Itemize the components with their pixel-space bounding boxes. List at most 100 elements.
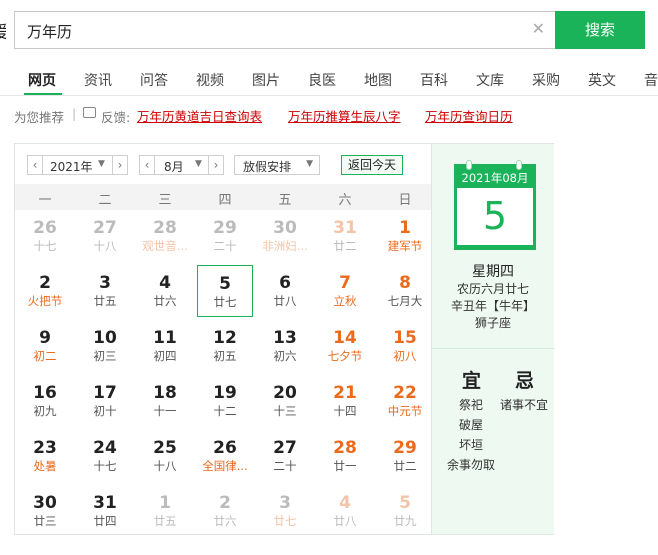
- feedback-link[interactable]: 反馈:: [101, 107, 130, 126]
- calendar-day[interactable]: 3 廿五: [77, 265, 133, 317]
- recommend-link-1[interactable]: 万年历黄道吉日查询表: [137, 106, 262, 125]
- lunar-label: 七夕节: [327, 349, 363, 363]
- calendar-day[interactable]: 26 十七: [17, 210, 73, 262]
- chevron-down-icon[interactable]: ▼: [195, 159, 202, 169]
- search-query[interactable]: 万年历: [27, 21, 72, 42]
- calendar-day[interactable]: 2 火把节: [17, 265, 73, 317]
- calendar-day[interactable]: 17 初十: [77, 375, 133, 427]
- chevron-left-icon[interactable]: ‹: [28, 156, 43, 174]
- calendar-day[interactable]: 6 廿八: [257, 265, 313, 317]
- chevron-down-icon[interactable]: ▼: [306, 159, 313, 169]
- calendar-day[interactable]: 18 十一: [137, 375, 193, 427]
- calendar-day[interactable]: 28 观世音...: [137, 210, 193, 262]
- calendar-day[interactable]: 3 廿七: [257, 485, 313, 537]
- tab-video[interactable]: 视频: [196, 70, 224, 90]
- day-number: 24: [93, 438, 117, 458]
- year-value[interactable]: 2021年: [50, 158, 93, 175]
- yi-item: 余事勿取: [447, 458, 496, 472]
- calendar-day[interactable]: 22 中元节: [377, 375, 433, 427]
- tab-wenku[interactable]: 文库: [476, 70, 504, 90]
- search-button[interactable]: 搜索: [555, 11, 645, 49]
- calendar-day[interactable]: 11 初四: [137, 320, 193, 372]
- calendar-day-selected[interactable]: 5 廿七: [197, 265, 253, 317]
- feedback-icon[interactable]: [83, 107, 96, 118]
- calendar-day[interactable]: 7 立秋: [317, 265, 373, 317]
- tab-doctor[interactable]: 良医: [308, 70, 336, 90]
- recommend-link-2[interactable]: 万年历推算生辰八字: [288, 106, 401, 125]
- calendar-day[interactable]: 31 廿四: [77, 485, 133, 537]
- calendar-day[interactable]: 4 廿六: [137, 265, 193, 317]
- divider: |: [72, 106, 77, 121]
- calendar-day[interactable]: 23 处暑: [17, 430, 73, 482]
- calendar-day[interactable]: 5 廿九: [377, 485, 433, 537]
- calendar-day[interactable]: 8 七月大: [377, 265, 433, 317]
- binder-ring: [466, 160, 472, 170]
- close-icon[interactable]: ✕: [532, 19, 545, 38]
- calendar-day[interactable]: 24 十七: [77, 430, 133, 482]
- day-number: 15: [393, 328, 417, 348]
- tab-music[interactable]: 音: [644, 70, 658, 90]
- tab-map[interactable]: 地图: [364, 70, 392, 90]
- tab-news[interactable]: 资讯: [84, 70, 112, 90]
- tab-web[interactable]: 网页: [28, 70, 56, 90]
- calendar-day[interactable]: 21 十四: [317, 375, 373, 427]
- lunar-label: 中元节: [387, 404, 423, 418]
- lunar-label: 十三: [273, 404, 297, 418]
- search-input[interactable]: 万年历 ✕: [14, 11, 555, 49]
- calendar-day[interactable]: 9 初二: [17, 320, 73, 372]
- tab-purchase[interactable]: 采购: [532, 70, 560, 90]
- chevron-left-icon[interactable]: ‹: [140, 156, 155, 174]
- calendar-day[interactable]: 10 初三: [77, 320, 133, 372]
- holiday-select-value[interactable]: 放假安排: [243, 158, 291, 175]
- calendar-day[interactable]: 29 廿二: [377, 430, 433, 482]
- tab-english[interactable]: 英文: [588, 70, 616, 90]
- chevron-down-icon[interactable]: ▼: [98, 159, 105, 169]
- calendar-day[interactable]: 27 二十: [257, 430, 313, 482]
- month-value[interactable]: 8月: [164, 158, 184, 175]
- calendar-day[interactable]: 2 廿六: [197, 485, 253, 537]
- detail-weekday: 星期四: [472, 264, 514, 280]
- calendar-day[interactable]: 20 十三: [257, 375, 313, 427]
- lunar-label: 廿八: [333, 514, 357, 528]
- calendar-widget: ‹ 2021年 ▼ › ‹ 8月 ▼ › 放假安排 ▼ 返回今天 一 二 三 四 五 六 日…: [14, 143, 554, 535]
- day-number: 28: [153, 218, 177, 238]
- chevron-right-icon[interactable]: ›: [208, 156, 223, 174]
- recommend-row: 为您推荐 | 反馈: 万年历黄道吉日查询表 万年历推算生辰八字 万年历查询日历: [0, 104, 658, 126]
- lunar-label: 七月大: [387, 294, 423, 308]
- back-to-today-button[interactable]: 返回今天: [341, 155, 403, 175]
- lunar-label: 廿三: [33, 514, 57, 528]
- calendar-day[interactable]: 4 廿八: [317, 485, 373, 537]
- calendar-day[interactable]: 31 廿二: [317, 210, 373, 262]
- calendar-day[interactable]: 28 廿一: [317, 430, 373, 482]
- day-number: 27: [93, 218, 117, 238]
- calendar-day[interactable]: 30 非洲妇...: [257, 210, 313, 262]
- calendar-day[interactable]: 12 初五: [197, 320, 253, 372]
- calendar-day[interactable]: 1 廿五: [137, 485, 193, 537]
- holiday-select[interactable]: 放假安排 ▼: [234, 155, 320, 175]
- tab-images[interactable]: 图片: [252, 70, 280, 90]
- day-number: 18: [153, 383, 177, 403]
- lunar-label: 廿五: [153, 514, 177, 528]
- calendar-day[interactable]: 19 十二: [197, 375, 253, 427]
- calendar-day[interactable]: 26 全国律...: [197, 430, 253, 482]
- recommend-link-3[interactable]: 万年历查询日历: [425, 106, 513, 125]
- calendar-day[interactable]: 27 十八: [77, 210, 133, 262]
- day-number: 8: [399, 273, 411, 293]
- weekday-label: 二: [98, 193, 112, 208]
- lunar-label: 十八: [153, 459, 177, 473]
- lunar-label: 十七: [93, 459, 117, 473]
- calendar-day[interactable]: 25 十八: [137, 430, 193, 482]
- month-stepper[interactable]: ‹ 8月 ▼ ›: [139, 155, 224, 175]
- calendar-day[interactable]: 16 初九: [17, 375, 73, 427]
- calendar-day[interactable]: 14 七夕节: [317, 320, 373, 372]
- year-stepper[interactable]: ‹ 2021年 ▼ ›: [27, 155, 128, 175]
- calendar-day[interactable]: 29 二十: [197, 210, 253, 262]
- tab-qa[interactable]: 问答: [140, 70, 168, 90]
- chevron-right-icon[interactable]: ›: [112, 156, 127, 174]
- calendar-day[interactable]: 1 建军节: [377, 210, 433, 262]
- calendar-day[interactable]: 15 初八: [377, 320, 433, 372]
- calendar-day[interactable]: 13 初六: [257, 320, 313, 372]
- tab-baike[interactable]: 百科: [420, 70, 448, 90]
- calendar-day[interactable]: 30 廿三: [17, 485, 73, 537]
- lunar-label: 处暑: [33, 459, 57, 473]
